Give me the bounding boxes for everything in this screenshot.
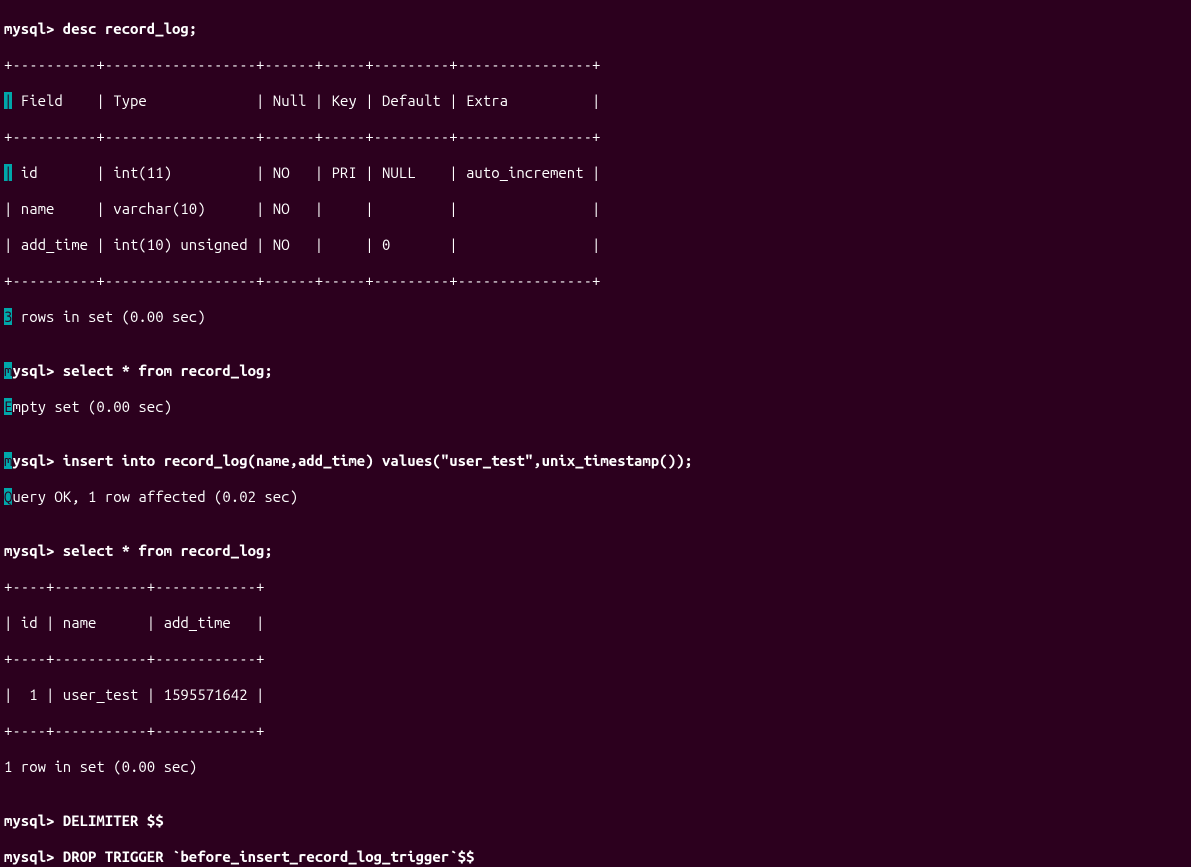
terminal-line: | id | int(11) | NO | PRI | NULL | auto_… — [4, 164, 1187, 182]
terminal-line: mysql> DELIMITER $$ — [4, 812, 1187, 830]
terminal-line: mysql> insert into record_log(name,add_t… — [4, 452, 1187, 470]
terminal-line: mysql> select * from record_log; — [4, 362, 1187, 380]
terminal-line: Query OK, 1 row affected (0.02 sec) — [4, 488, 1187, 506]
terminal-line: +----------+------------------+------+--… — [4, 272, 1187, 290]
terminal-line: | Field | Type | Null | Key | Default | … — [4, 92, 1187, 110]
terminal-line: +----------+------------------+------+--… — [4, 56, 1187, 74]
terminal-line: Empty set (0.00 sec) — [4, 398, 1187, 416]
terminal-line: mysql> DROP TRIGGER `before_insert_recor… — [4, 848, 1187, 866]
terminal-line: | 1 | user_test | 1595571642 | — [4, 686, 1187, 704]
terminal-line: +----+-----------+------------+ — [4, 650, 1187, 668]
terminal-line: | id | name | add_time | — [4, 614, 1187, 632]
terminal-line: | name | varchar(10) | NO | | | | — [4, 200, 1187, 218]
terminal-line: 1 row in set (0.00 sec) — [4, 758, 1187, 776]
terminal-line: +----+-----------+------------+ — [4, 722, 1187, 740]
terminal-line: mysql> select * from record_log; — [4, 542, 1187, 560]
terminal-output[interactable]: mysql> desc record_log; +----------+----… — [0, 0, 1191, 867]
terminal-line: +----------+------------------+------+--… — [4, 128, 1187, 146]
terminal-line: +----+-----------+------------+ — [4, 578, 1187, 596]
terminal-line: | add_time | int(10) unsigned | NO | | 0… — [4, 236, 1187, 254]
terminal-line: 3 rows in set (0.00 sec) — [4, 308, 1187, 326]
terminal-line: mysql> desc record_log; — [4, 20, 1187, 38]
